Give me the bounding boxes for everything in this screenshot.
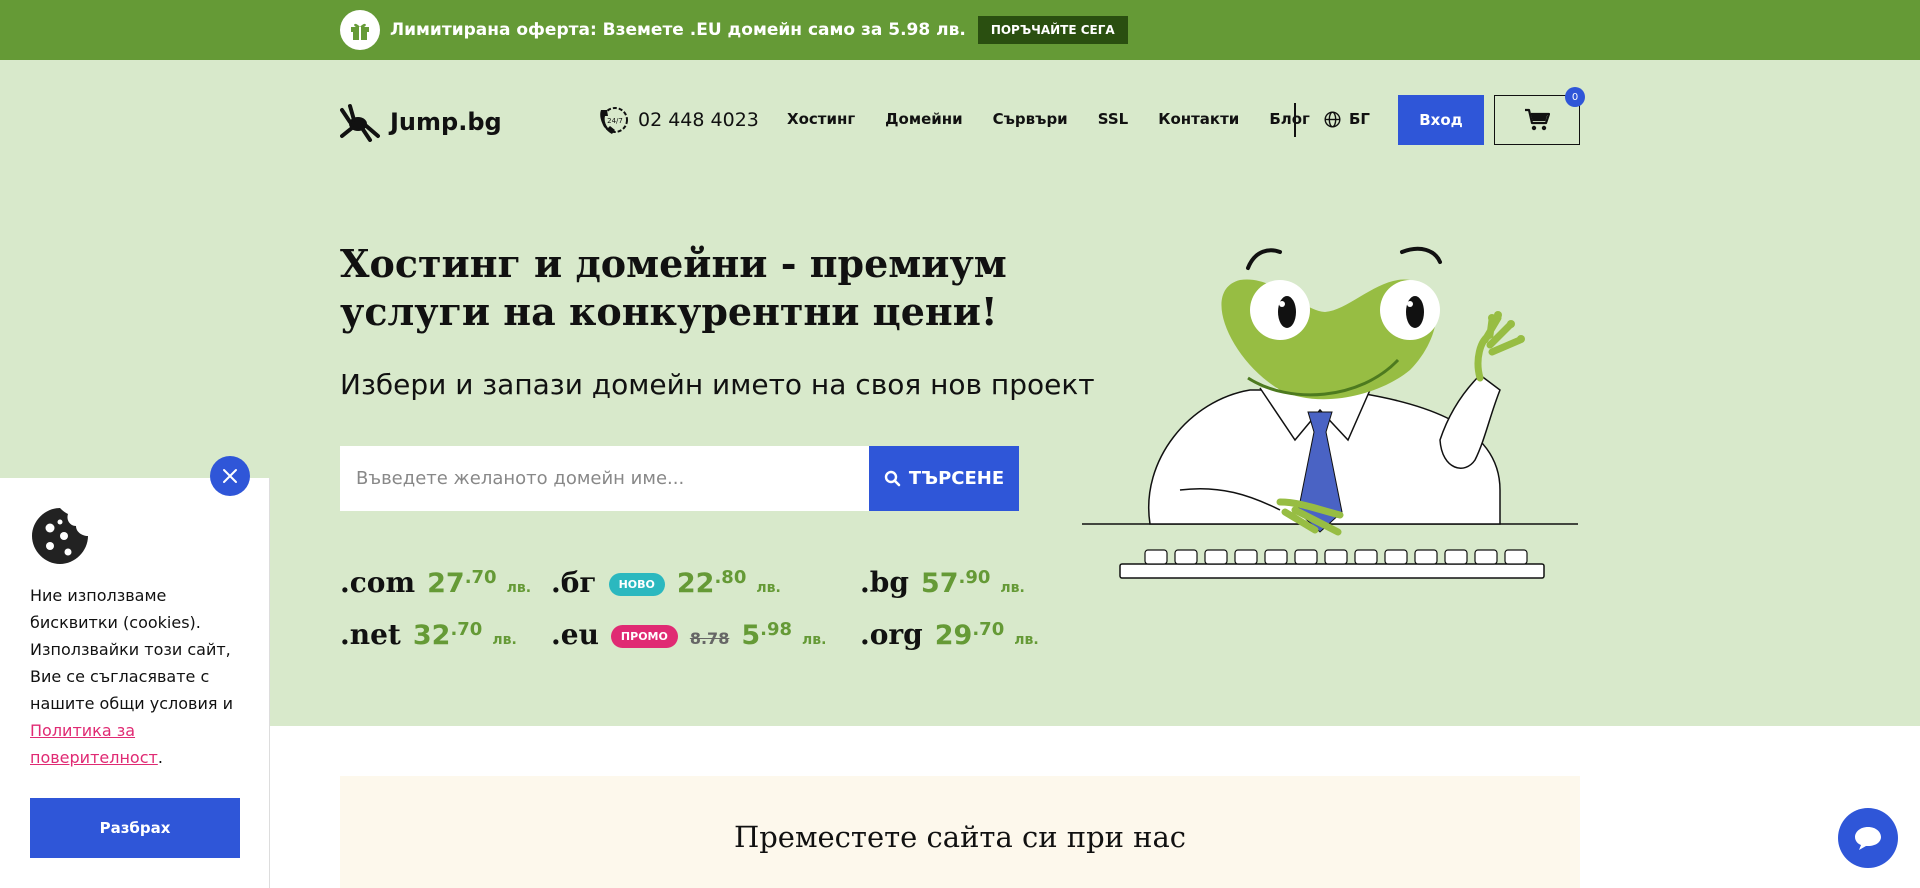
logo[interactable]: Jump.bg (340, 102, 502, 142)
promo-content: Лимитирана оферта: Вземете .EU домейн са… (340, 10, 1128, 50)
domain-tld: .бг (551, 566, 597, 599)
price-integer: 5 (741, 620, 761, 651)
domain-price-eu[interactable]: .eu ПРОМО 8.78 5 .98 лв. (551, 618, 826, 652)
cookie-accept-button[interactable]: Разбрах (30, 798, 240, 858)
privacy-policy-link[interactable]: Политика за поверителност (30, 721, 158, 767)
phone-link[interactable]: 24/7 02 448 4023 (598, 104, 759, 136)
price-currency: лв. (1014, 632, 1039, 648)
price-currency: лв. (756, 580, 781, 596)
cart-icon (1525, 108, 1550, 131)
login-button[interactable]: Вход (1398, 95, 1484, 145)
domain-tld: .eu (551, 618, 599, 651)
price-decimal: .70 (972, 619, 1005, 640)
chat-button[interactable] (1838, 808, 1898, 868)
domain-search-input[interactable] (340, 446, 869, 511)
frog-logo-icon (340, 104, 380, 142)
price-decimal: .70 (450, 619, 483, 640)
price-currency: лв. (506, 580, 532, 596)
domain-tld: .net (340, 618, 401, 651)
price-integer: 29 (934, 620, 973, 651)
new-badge: НОВО (608, 573, 665, 596)
migrate-title: Преместете сайта си при нас (733, 820, 1187, 854)
cookie-icon (32, 508, 88, 564)
globe-icon (1324, 110, 1341, 128)
domain-price-com[interactable]: .com 27 .70 лв. (340, 566, 531, 599)
frog-mascot-illustration (1082, 246, 1578, 579)
hero-subheadline: Избери и запази домейн името на своя нов… (340, 368, 1095, 401)
language-switcher[interactable]: БГ (1324, 110, 1370, 128)
price-decimal: .70 (464, 567, 497, 588)
domain-price-bg[interactable]: .bg 57 .90 лв. (860, 566, 1025, 599)
price-integer: 27 (427, 568, 465, 599)
main-nav: Хостинг Домейни Сървъри SSL Контакти Бло… (787, 110, 1310, 128)
nav-blog[interactable]: Блог (1269, 110, 1310, 128)
close-icon (223, 469, 237, 483)
cookie-text-end: . (157, 748, 163, 767)
search-button[interactable]: ТЪРСЕНЕ (869, 446, 1019, 511)
gift-icon (340, 10, 380, 50)
language-label: БГ (1349, 110, 1370, 128)
cookie-close-button[interactable] (210, 456, 250, 496)
chat-bubble-icon (1855, 827, 1881, 850)
search-button-label: ТЪРСЕНЕ (908, 468, 1005, 489)
price-decimal: .80 (714, 567, 747, 588)
price-currency: лв. (492, 632, 517, 648)
price-integer: 32 (412, 620, 451, 651)
promo-text: Лимитирана оферта: Вземете .EU домейн са… (390, 20, 966, 40)
domain-price-net[interactable]: .net 32 .70 лв. (340, 618, 517, 651)
search-icon (884, 470, 901, 487)
nav-hosting[interactable]: Хостинг (787, 110, 855, 128)
phone-number: 02 448 4023 (638, 109, 759, 131)
phone-24-7-icon: 24/7 (600, 107, 628, 134)
nav-servers[interactable]: Сървъри (993, 110, 1068, 128)
nav-divider (1294, 103, 1296, 137)
promo-badge: ПРОМО (610, 625, 678, 648)
price-decimal: .90 (958, 567, 991, 588)
domain-price-bg-cyrillic[interactable]: .бг НОВО 22 .80 лв. (551, 566, 781, 600)
price-currency: лв. (1000, 580, 1025, 596)
nav-ssl[interactable]: SSL (1098, 110, 1129, 128)
domain-tld: .bg (860, 566, 909, 599)
cart-count-badge: 0 (1565, 87, 1585, 107)
domain-tld: .com (340, 566, 416, 599)
cookie-message: Ние използваме бисквитки (cookies). Изпо… (30, 582, 240, 771)
price-integer: 57 (920, 568, 959, 599)
old-price: 8.78 (689, 629, 730, 648)
nav-contacts[interactable]: Контакти (1158, 110, 1239, 128)
migrate-section: Преместете сайта си при нас (340, 776, 1580, 888)
promo-bar: Лимитирана оферта: Вземете .EU домейн са… (0, 0, 1920, 60)
hero-headline: Хостинг и домейни - премиум услуги на ко… (340, 241, 1007, 334)
logo-text: Jump.bg (390, 108, 502, 136)
nav-domains[interactable]: Домейни (885, 110, 962, 128)
cookie-text: Ние използваме бисквитки (cookies). Изпо… (30, 586, 233, 713)
svg-text:24/7: 24/7 (607, 117, 623, 125)
domain-tld: .org (860, 618, 923, 651)
price-integer: 22 (676, 568, 715, 599)
domain-price-org[interactable]: .org 29 .70 лв. (860, 618, 1039, 651)
price-decimal: .98 (760, 619, 793, 640)
price-currency: лв. (802, 632, 827, 648)
order-now-button[interactable]: ПОРЪЧАЙТЕ СЕГА (977, 16, 1128, 44)
